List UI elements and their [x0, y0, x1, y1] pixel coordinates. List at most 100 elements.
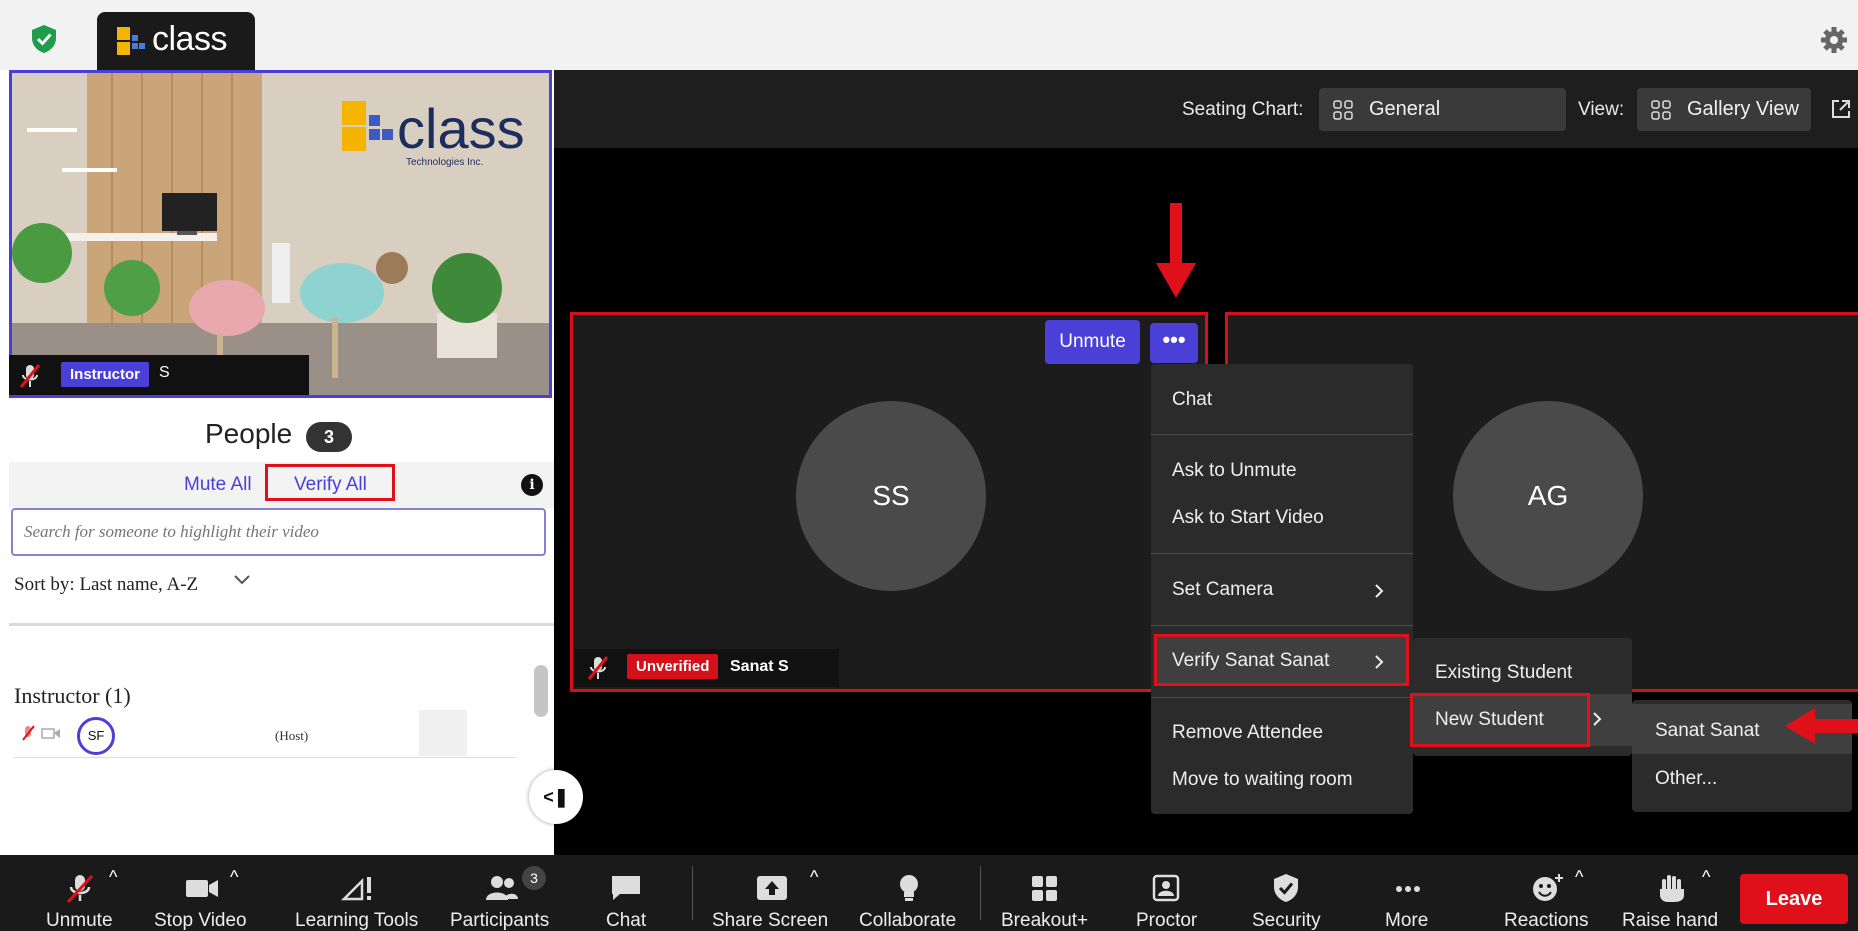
- breakout-grid-icon[interactable]: [1027, 873, 1063, 903]
- brand-tagline: Technologies Inc.: [406, 157, 483, 168]
- arrow-left-annotation-icon: [1785, 708, 1858, 744]
- toolbar-stop-video-label[interactable]: Stop Video: [154, 910, 247, 931]
- toolbar-breakout-label[interactable]: Breakout+: [1001, 910, 1088, 931]
- toolbar-separator: [692, 866, 693, 920]
- menu-separator: [1151, 697, 1413, 698]
- mic-off-icon: [19, 364, 41, 388]
- menu-item-ask-video[interactable]: Ask to Start Video: [1172, 507, 1324, 529]
- pop-out-icon[interactable]: [1830, 98, 1852, 120]
- class-logo-icon: [117, 27, 145, 55]
- toolbar-more-label[interactable]: More: [1385, 910, 1428, 931]
- instructor-video-tile[interactable]: class Technologies Inc.: [9, 70, 552, 398]
- instructor-nameplate: Instructor S: [9, 355, 309, 395]
- share-screen-icon[interactable]: [754, 873, 790, 903]
- grid-icon: [1651, 100, 1671, 120]
- host-tag: (Host): [275, 728, 309, 743]
- toolbar-share-screen-label[interactable]: Share Screen: [712, 910, 828, 931]
- chevron-right-icon: [1375, 584, 1384, 598]
- seating-chart-value: General: [1369, 98, 1441, 120]
- menu-separator: [1151, 553, 1413, 554]
- arrow-down-annotation-icon: [1156, 203, 1196, 298]
- search-input[interactable]: [11, 508, 546, 556]
- mic-off-icon[interactable]: [62, 873, 98, 903]
- toolbar-security-label[interactable]: Security: [1252, 910, 1321, 931]
- participants-count-badge: 3: [522, 866, 546, 890]
- learning-tools-icon[interactable]: [340, 873, 376, 903]
- toolbar-participants-label[interactable]: Participants: [450, 910, 549, 931]
- chevron-down-icon[interactable]: [233, 573, 251, 587]
- toolbar-unmute-label[interactable]: Unmute: [46, 910, 113, 931]
- leave-button[interactable]: Leave: [1740, 874, 1848, 924]
- collapse-panel-button[interactable]: <❚: [529, 770, 583, 824]
- menu-item-ask-unmute[interactable]: Ask to Unmute: [1172, 460, 1297, 482]
- brand-name: class: [152, 20, 227, 58]
- menu-item-verify[interactable]: Verify Sanat Sanat: [1172, 650, 1329, 672]
- view-value: Gallery View: [1687, 98, 1799, 120]
- emoji-add-icon[interactable]: [1529, 873, 1565, 903]
- toolbar-collaborate-label[interactable]: Collaborate: [859, 910, 956, 931]
- toolbar-reactions-label[interactable]: Reactions: [1504, 910, 1589, 931]
- menu-item-chat[interactable]: Chat: [1172, 389, 1212, 411]
- panel-divider: [9, 623, 554, 626]
- menu-item-suggested-name[interactable]: Sanat Sanat: [1655, 720, 1760, 742]
- participant-action-slot[interactable]: [419, 710, 467, 756]
- gear-icon[interactable]: [1820, 26, 1848, 54]
- toolbar-proctor-label[interactable]: Proctor: [1136, 910, 1197, 931]
- caret-up-icon[interactable]: ^: [810, 867, 818, 888]
- info-icon[interactable]: i: [521, 474, 543, 496]
- view-label: View:: [1578, 99, 1625, 120]
- people-title: People: [205, 418, 293, 449]
- top-bar: class: [0, 0, 1858, 70]
- seating-chart-dropdown[interactable]: General: [1319, 88, 1566, 131]
- lightbulb-icon[interactable]: [891, 873, 927, 903]
- chevron-right-icon: [1593, 712, 1602, 726]
- shield-icon[interactable]: [1268, 873, 1304, 903]
- caret-up-icon[interactable]: ^: [109, 867, 117, 888]
- more-dots-icon[interactable]: [1390, 873, 1426, 903]
- mic-off-icon: [587, 656, 609, 680]
- chat-bubble-icon[interactable]: [608, 873, 644, 903]
- shield-check-icon: [32, 25, 56, 53]
- menu-item-remove[interactable]: Remove Attendee: [1172, 722, 1323, 744]
- more-options-button[interactable]: •••: [1150, 323, 1198, 363]
- menu-item-other-name[interactable]: Other...: [1655, 768, 1717, 790]
- classroom-background-image: class Technologies Inc.: [12, 73, 549, 395]
- menu-item-waiting-room[interactable]: Move to waiting room: [1172, 769, 1353, 791]
- verify-all-button[interactable]: Verify All: [294, 474, 367, 496]
- sort-selector[interactable]: Sort by: Last name, A-Z: [14, 574, 198, 596]
- menu-item-set-camera[interactable]: Set Camera: [1172, 579, 1273, 601]
- caret-up-icon[interactable]: ^: [230, 867, 238, 888]
- mute-all-button[interactable]: Mute All: [184, 474, 252, 496]
- toolbar-raise-hand-label[interactable]: Raise hand: [1622, 910, 1718, 931]
- avatar[interactable]: SF: [77, 717, 115, 755]
- toolbar-learning-tools-label[interactable]: Learning Tools: [295, 910, 418, 931]
- toolbar-chat-label[interactable]: Chat: [606, 910, 646, 931]
- sort-value: Last name, A-Z: [79, 574, 199, 595]
- participants-icon[interactable]: [484, 873, 520, 903]
- instructor-badge: Instructor: [61, 362, 150, 387]
- participant-name: Sanat S: [730, 658, 789, 675]
- caret-up-icon[interactable]: ^: [1702, 867, 1710, 888]
- row-divider: [14, 757, 516, 758]
- video-camera-icon[interactable]: [184, 873, 220, 903]
- seating-chart-label: Seating Chart:: [1182, 99, 1304, 120]
- sort-label: Sort by:: [14, 574, 75, 595]
- scrollbar[interactable]: [534, 665, 548, 717]
- avatar: AG: [1453, 401, 1643, 591]
- brand-tab[interactable]: class: [97, 12, 255, 70]
- caret-up-icon[interactable]: ^: [1575, 867, 1583, 888]
- participant-nameplate: Unverified Sanat S: [575, 649, 839, 687]
- instructor-name: S: [159, 364, 170, 381]
- menu-item-existing-student[interactable]: Existing Student: [1435, 662, 1572, 684]
- raise-hand-icon[interactable]: [1654, 873, 1690, 903]
- instructor-group-heading: Instructor (1): [14, 683, 131, 708]
- view-dropdown[interactable]: Gallery View: [1637, 88, 1811, 131]
- participant-tile-ss[interactable]: SS Unverified Sanat S: [570, 312, 1208, 692]
- app-window: class class Technologies Inc. Instructor…: [0, 0, 1858, 931]
- menu-separator: [1151, 434, 1413, 435]
- menu-item-new-student[interactable]: New Student: [1435, 709, 1544, 731]
- unverified-badge: Unverified: [627, 654, 719, 679]
- unmute-participant-button[interactable]: Unmute: [1045, 320, 1140, 364]
- proctor-icon[interactable]: [1148, 873, 1184, 903]
- svg-text:class: class: [397, 97, 525, 160]
